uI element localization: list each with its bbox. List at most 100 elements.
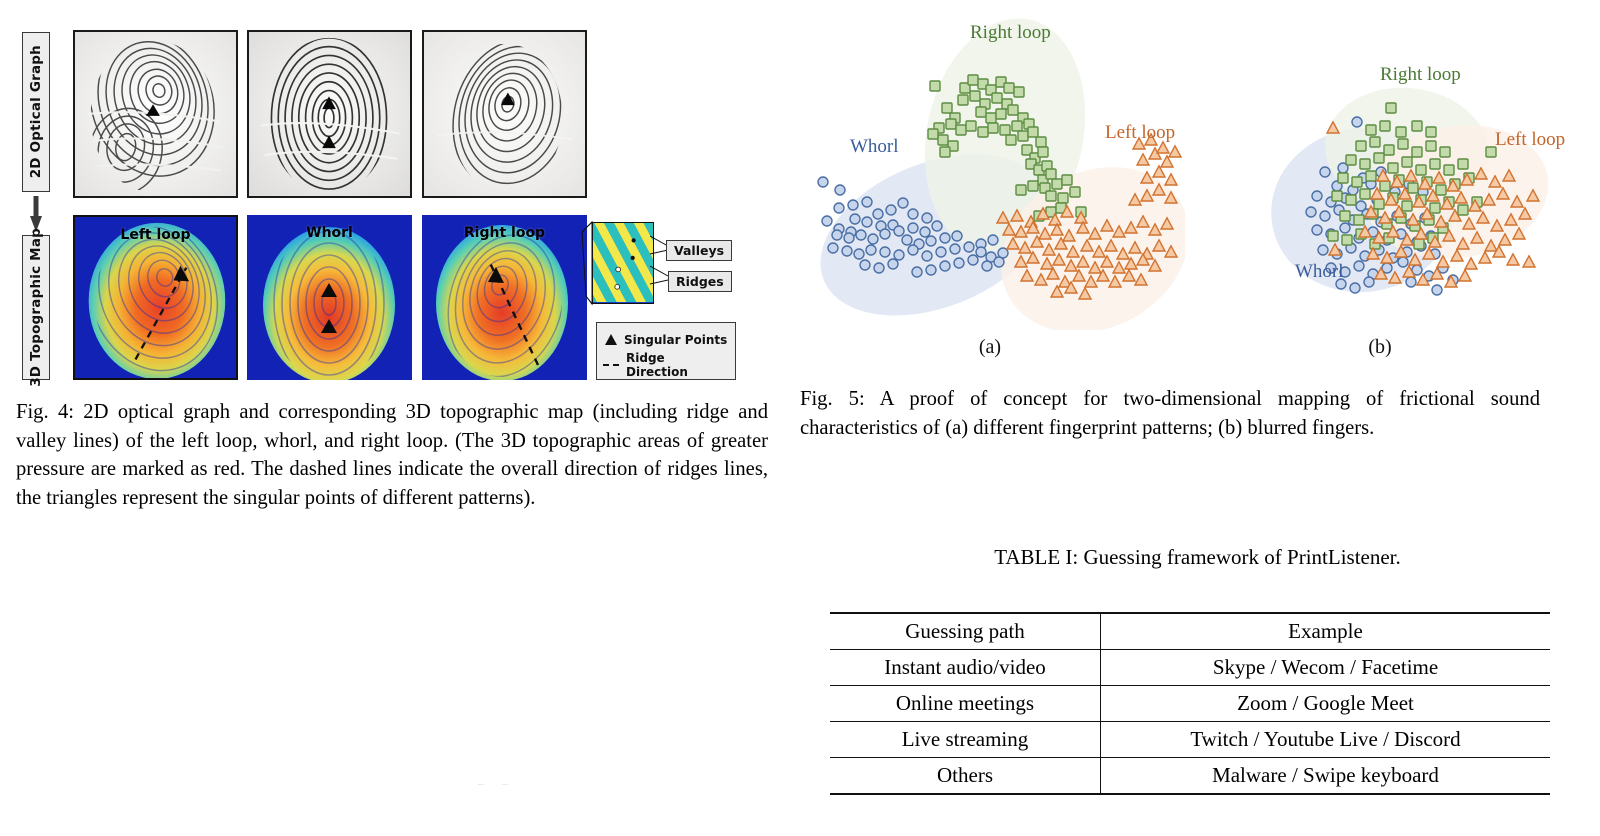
data-point [1331,190,1343,202]
data-point [893,249,905,261]
data-point [1017,130,1029,142]
data-point [867,233,879,245]
data-point [939,260,951,272]
cluster-label-whorl: Whorl [850,136,899,157]
data-point [1051,178,1063,190]
ridge-valley-zoom-inset [592,222,654,304]
data-point [963,241,975,253]
data-point [1351,176,1363,188]
table-cell: Live streaming [830,721,1101,758]
table-cell: Skype / Wecom / Facetime [1100,649,1550,686]
cluster-label-right-loop: Right loop [970,22,1051,43]
scatter-plot-b: Right loop Left loop Whorl [1185,0,1575,380]
data-point [1405,276,1417,288]
table-header-guessing-path: Guessing path [830,612,1101,650]
data-point [1005,134,1017,146]
data-point [827,242,839,254]
stage-label-3d-topographic-map: 3D Topographic Map [22,228,50,387]
data-point [1407,182,1419,194]
table-wrapper: Guessing path Example Instant audio/video S… [830,612,1550,795]
scatter-a-canvas: Whorl Right loop Left loop [817,18,1185,330]
data-point [1337,172,1349,184]
legend-label-singular-points: Singular Points [624,332,728,347]
data-point [1327,230,1339,242]
fingerprint-ridges-graphic [75,32,236,196]
data-point [1429,202,1441,214]
data-point [1035,136,1047,148]
data-point [969,90,981,102]
table-cell: Zoom / Google Meet [1100,685,1550,722]
data-point [1037,146,1049,158]
data-point [1401,156,1413,168]
data-point [975,246,987,258]
table-row: Instant audio/video Skype / Wecom / Facet… [830,649,1550,686]
data-point [821,215,833,227]
data-point [849,213,861,225]
data-point [1429,158,1441,170]
table-row: Live streaming Twitch / Youtube Live / Di… [830,721,1550,758]
fingerprint-ridges-graphic [424,32,585,196]
scatter-b-canvas: Right loop Left loop Whorl [1271,64,1565,296]
table-cell: Online meetings [830,685,1101,722]
data-point [831,229,843,241]
data-point [879,228,891,240]
data-point [937,134,949,146]
data-point [1007,104,1019,116]
data-point [1155,140,1171,154]
data-point [1431,284,1443,296]
downward-arrow-icon [30,196,42,232]
data-point [1397,256,1409,268]
data-point [1373,152,1385,164]
data-point [1167,144,1183,158]
data-point [1353,260,1365,272]
data-point [1457,158,1469,170]
fingerprint-optical-left-loop [73,30,238,198]
data-point [1027,126,1039,138]
data-point [885,204,897,216]
table-cell: Malware / Swipe keyboard [1100,757,1550,795]
ridge-valley-pattern-graphic [593,223,653,303]
cluster-label-left-loop: Left loop [1105,122,1175,143]
data-point [1339,210,1351,222]
data-point [1411,146,1423,158]
data-point [893,225,905,237]
data-point [1435,184,1447,196]
data-point [1387,162,1399,174]
data-point [939,146,951,158]
data-point [861,196,873,208]
data-point [1015,184,1027,196]
data-point [987,122,999,134]
data-point [1027,180,1039,192]
callout-ridges: Ridges [668,271,732,292]
data-point [967,74,979,86]
page-artifact: – – [478,778,516,790]
data-point [911,266,923,278]
data-point [991,92,1003,104]
table-row: Online meetings Zoom / Google Meet [830,685,1550,722]
data-point [1521,254,1537,268]
data-point [1415,164,1427,176]
data-point [847,199,859,211]
data-point [1135,152,1151,166]
data-point [953,257,965,269]
data-point [865,244,877,256]
data-point [1363,276,1375,288]
topographic-map-whorl: Whorl [247,215,412,380]
table-cell: Instant audio/video [830,649,1101,686]
data-point [1425,126,1437,138]
data-point [935,246,947,258]
data-point [995,108,1007,120]
data-point [1463,256,1479,270]
data-point [1365,124,1377,136]
data-point [985,112,997,124]
left-column: 2D Optical Graph 3D Topographic Map Left… [0,0,790,836]
data-point [907,244,919,256]
dashed-line-icon [603,363,619,366]
data-point [967,254,979,266]
data-point [1379,180,1391,192]
data-point [977,126,989,138]
data-point [897,197,909,209]
legend-label-ridge-direction: Ridge Direction [626,350,688,379]
data-point [1319,210,1331,222]
stage-label-2d-optical-graph: 2D Optical Graph [22,32,50,192]
